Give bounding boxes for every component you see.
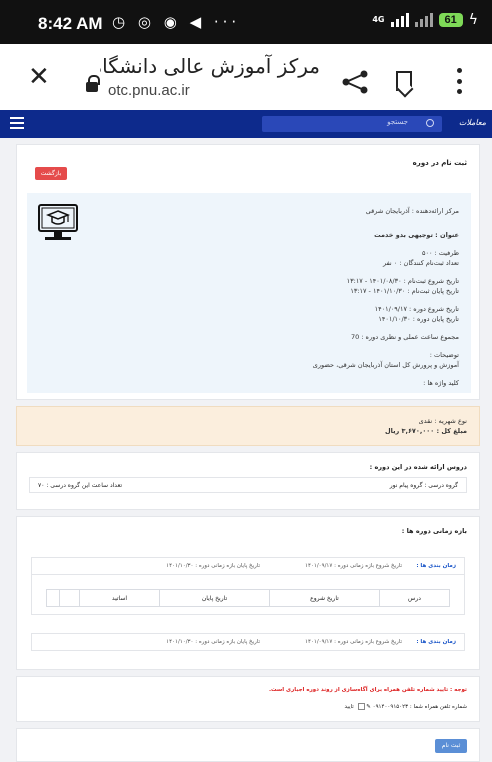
description-text: آموزش و پرورش کل استان آذربایجان شرقی، ح… [312, 361, 459, 369]
capacity-text: ظرفیت : ۵۰۰ [421, 249, 459, 257]
edit-icon[interactable]: ✎ [366, 704, 371, 710]
phone-confirm-card: توجه : تایید شماره تلفن همراه برای آگاه‌… [16, 676, 480, 722]
lesson-group-row[interactable]: گروه درسی : گروه پیام نور تعداد ساعت این… [29, 477, 467, 493]
search-placeholder: جستجو [387, 118, 408, 126]
period-end: تاریخ پایان بازه زمانی دوره : ۱۴۰۱/۱۰/۳۰ [166, 639, 260, 645]
status-time: 8:42 AM [38, 14, 103, 33]
site-logo[interactable]: معاملات [459, 118, 486, 127]
period-start: تاریخ شروع بازه زمانی دوره : ۱۴۰۱/۰۹/۱۷ [305, 563, 402, 569]
signal-icon-2 [414, 13, 433, 27]
col-lesson: درس [379, 590, 449, 606]
battery-icon: 61 [438, 13, 463, 27]
status-indicators: 4G 61 ϟ [372, 12, 478, 28]
network-type: 4G [372, 15, 385, 24]
notification-icons: ◷ ◎ ◉ ◀ ··· [112, 13, 241, 31]
tuition-amount: مبلغ کل : ۳,۶۷۰,۰۰۰ ریال [385, 427, 467, 435]
schedule-table-header: درس تاریخ شروع تاریخ پایان اساتید [46, 589, 450, 607]
lessons-card: دروس ارائه شده در این دوره : گروه درسی :… [16, 452, 480, 510]
lessons-heading: دروس ارائه شده در این دوره : [369, 463, 467, 471]
schedule-table: درس تاریخ شروع تاریخ پایان اساتید [31, 575, 465, 615]
lock-icon[interactable] [86, 75, 100, 92]
course-card: ثبت نام در دوره بازگشت مرکز ارائه‌دهنده … [16, 144, 480, 400]
submit-card: ثبت نام [16, 728, 480, 762]
course-end-text: تاریخ پایان دوره : ۱۴۰۱/۱۰/۳۰ [378, 315, 459, 323]
course-title: عنوان : توجیهی بدو خدمت [374, 231, 459, 239]
registrants-text: تعداد ثبت‌نام کنندگان : ۰ نفر [382, 259, 459, 267]
site-navbar: جستجو معاملات [0, 110, 492, 138]
search-icon[interactable] [426, 119, 434, 127]
search-input[interactable]: جستجو [262, 116, 442, 132]
col-end: تاریخ پایان [159, 590, 269, 606]
online-course-icon [38, 204, 78, 240]
reg-start-text: تاریخ شروع ثبت‌نام : ۱۴۰۱/۰۸/۳۰ - ۱۳:۱۷ [346, 277, 459, 285]
charging-icon: ϟ [468, 12, 478, 28]
page-heading: ثبت نام در دوره [412, 159, 467, 167]
total-hours-text: مجموع ساعت عملی و نظری دوره : 70 [350, 333, 459, 341]
provider-text: مرکز ارائه‌دهنده : آذربایجان شرقی [365, 207, 459, 215]
periods-heading: بازه زمانی دوره ها : [401, 527, 467, 535]
share-icon[interactable] [340, 70, 370, 94]
tuition-type: نوع شهریه : نقدی [418, 417, 467, 425]
course-start-text: تاریخ شروع دوره : ۱۴۰۱/۰۹/۱۷ [374, 305, 459, 313]
period-row-2[interactable]: زمان بندی ها : تاریخ شروع بازه زمانی دور… [31, 633, 465, 651]
signal-icon [390, 13, 409, 27]
schedule-label: زمان بندی ها : [416, 563, 456, 569]
bookmark-icon[interactable] [396, 71, 412, 91]
reg-end-text: تاریخ پایان ثبت‌نام : ۱۴۰۱/۱۰/۳۰ - ۱۳:۱۷ [350, 287, 459, 295]
page-content: ثبت نام در دوره بازگشت مرکز ارائه‌دهنده … [0, 138, 492, 762]
period-row-1[interactable]: زمان بندی ها : تاریخ شروع بازه زمانی دور… [31, 557, 465, 575]
phone-row: شماره تلفن همراه شما : ۰۹۱۴۰۰۹۱۵۰۲۳ ✎ تا… [344, 703, 467, 710]
keywords-label: کلید واژه ها : [423, 379, 459, 387]
description-label: توضیحات : [429, 351, 459, 359]
col-extra-2 [47, 590, 59, 606]
confirm-checkbox[interactable] [357, 703, 365, 710]
close-icon[interactable]: ✕ [28, 62, 50, 92]
col-start: تاریخ شروع [269, 590, 379, 606]
register-button[interactable]: ثبت نام [435, 739, 467, 753]
periods-card: بازه زمانی دوره ها : زمان بندی ها : تاری… [16, 516, 480, 670]
lesson-group-hours: تعداد ساعت این گروه درسی : ۷۰ [38, 482, 123, 489]
lesson-group-name: گروه درسی : گروه پیام نور [389, 482, 458, 489]
col-extra-1 [59, 590, 79, 606]
more-options-icon[interactable] [456, 68, 462, 94]
status-bar: 8:42 AM ◷ ◎ ◉ ◀ ··· 4G 61 ϟ [0, 0, 492, 44]
period-start: تاریخ شروع بازه زمانی دوره : ۱۴۰۱/۰۹/۱۷ [305, 639, 402, 645]
page-title[interactable]: مرکز آموزش عالی دانشگاه پ.. [100, 54, 320, 78]
phone-number: شماره تلفن همراه شما : ۰۹۱۴۰۰۹۱۵۰۲۳ [372, 704, 467, 710]
payment-card: نوع شهریه : نقدی مبلغ کل : ۳,۶۷۰,۰۰۰ ریا… [16, 406, 480, 446]
page-url[interactable]: otc.pnu.ac.ir [108, 82, 190, 99]
col-teachers: اساتید [79, 590, 159, 606]
confirm-label: تایید [344, 704, 354, 710]
return-button[interactable]: بازگشت [35, 167, 67, 180]
schedule-label: زمان بندی ها : [416, 639, 456, 645]
browser-toolbar: ✕ مرکز آموزش عالی دانشگاه پ.. otc.pnu.ac… [0, 44, 492, 110]
course-info: مرکز ارائه‌دهنده : آذربایجان شرقی عنوان … [27, 193, 471, 393]
phone-notice: توجه : تایید شماره تلفن همراه برای آگاه‌… [268, 687, 467, 693]
hamburger-menu-icon[interactable] [10, 117, 24, 129]
period-end: تاریخ پایان بازه زمانی دوره : ۱۴۰۱/۱۰/۳۰ [166, 563, 260, 569]
